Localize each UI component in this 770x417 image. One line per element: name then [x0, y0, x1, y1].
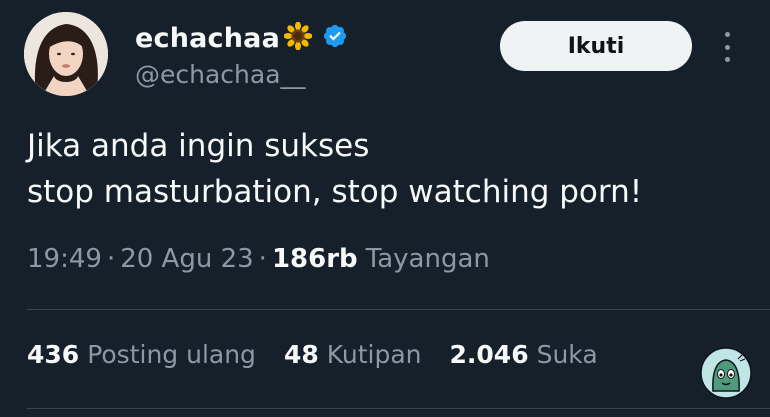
tweet-line-2: stop masturbation, stop watching porn! [27, 174, 643, 210]
likes-count: 2.046 [449, 340, 529, 369]
quotes-label: Kutipan [326, 340, 422, 369]
reposts-stat[interactable]: 436 Posting ulang [27, 340, 256, 369]
reposts-count: 436 [27, 340, 80, 369]
likes-stat[interactable]: 2.046 Suka [450, 340, 598, 369]
follow-button[interactable]: Ikuti [500, 21, 692, 71]
tweet-time[interactable]: 19:49 [27, 244, 102, 274]
avatar-photo [24, 12, 108, 96]
quotes-count: 48 [283, 340, 319, 369]
author-handle[interactable]: @echachaa__ [135, 60, 306, 89]
divider [27, 309, 770, 310]
tweet-date[interactable]: 20 Agu 23 [120, 244, 253, 274]
sunflower-icon [283, 21, 313, 54]
tweet-text: Jika anda ingin sukses stop masturbation… [27, 123, 747, 215]
reposts-label: Posting ulang [87, 340, 256, 369]
divider [27, 408, 770, 409]
views-label: Tayangan [365, 244, 490, 274]
meta-separator: · [258, 244, 267, 274]
verified-badge-icon [322, 23, 348, 53]
meta-separator: · [106, 244, 116, 274]
likes-label: Suka [536, 340, 598, 369]
author-display-name[interactable]: echachaa [135, 23, 280, 54]
sticker-icon [700, 347, 752, 399]
views-count: 186rb [271, 244, 358, 274]
tweet-meta: 19:49 · 20 Agu 23 · 186rb Tayangan [27, 244, 490, 274]
author-name-row: echachaa [135, 18, 348, 58]
engagement-stats: 436 Posting ulang 48 Kutipan 2.046 Suka [27, 340, 626, 369]
quotes-stat[interactable]: 48 Kutipan [284, 340, 422, 369]
dot [724, 57, 730, 62]
more-options-icon[interactable] [712, 30, 742, 64]
avatar[interactable] [24, 12, 108, 96]
dot [724, 32, 730, 37]
tweet-line-1: Jika anda ingin sukses [27, 128, 370, 164]
dot [724, 44, 730, 50]
